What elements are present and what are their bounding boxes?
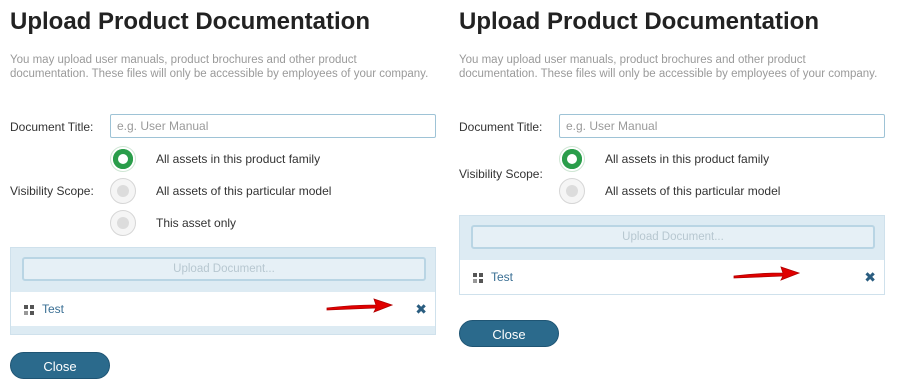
radio-indicator (117, 185, 129, 197)
upload-dialog-left: Upload Product Documentation You may upl… (0, 0, 436, 389)
dialog-description: You may upload user manuals, product bro… (459, 54, 878, 80)
radio-selected-indicator (562, 149, 582, 169)
document-title-label: Document Title: (459, 120, 543, 134)
radio-label-particular-model: All assets of this particular model (605, 184, 781, 198)
visibility-scope-label: Visibility Scope: (459, 167, 543, 181)
dialog-title: Upload Product Documentation (459, 8, 819, 35)
upload-dialog-right: Upload Product Documentation You may upl… (449, 0, 885, 389)
document-title-label: Document Title: (10, 120, 94, 134)
visibility-scope-label: Visibility Scope: (10, 184, 94, 198)
document-title-input[interactable] (559, 114, 885, 138)
file-name-link[interactable]: Test (42, 302, 64, 316)
radio-selected-indicator (113, 149, 133, 169)
file-grid-icon (24, 305, 34, 315)
radio-label-this-asset-only: This asset only (156, 216, 237, 230)
upload-area: Upload Document... Test ✖ (459, 215, 885, 295)
radio-label-particular-model: All assets of this particular model (156, 184, 332, 198)
red-arrow-annotation (733, 266, 801, 281)
radio-product-family[interactable] (559, 146, 585, 172)
radio-product-family[interactable] (110, 146, 136, 172)
radio-particular-model[interactable] (110, 178, 136, 204)
close-button[interactable]: Close (459, 320, 559, 347)
radio-indicator (566, 185, 578, 197)
radio-indicator (117, 217, 129, 229)
file-name-link[interactable]: Test (491, 270, 513, 284)
document-title-input[interactable] (110, 114, 436, 138)
red-arrow-annotation (326, 298, 394, 313)
file-row: Test ✖ (460, 260, 884, 294)
radio-label-product-family: All assets in this product family (156, 152, 321, 166)
radio-label-product-family: All assets in this product family (605, 152, 770, 166)
radio-particular-model[interactable] (559, 178, 585, 204)
upload-document-button[interactable]: Upload Document... (471, 225, 875, 249)
dialog-description: You may upload user manuals, product bro… (10, 54, 429, 80)
remove-file-icon[interactable]: ✖ (864, 269, 876, 286)
upload-document-button[interactable]: Upload Document... (22, 257, 426, 281)
upload-area: Upload Document... Test ✖ (10, 247, 436, 335)
dialog-title: Upload Product Documentation (10, 8, 370, 35)
radio-this-asset-only[interactable] (110, 210, 136, 236)
remove-file-icon[interactable]: ✖ (415, 301, 427, 318)
close-button[interactable]: Close (10, 352, 110, 379)
file-grid-icon (473, 273, 483, 283)
